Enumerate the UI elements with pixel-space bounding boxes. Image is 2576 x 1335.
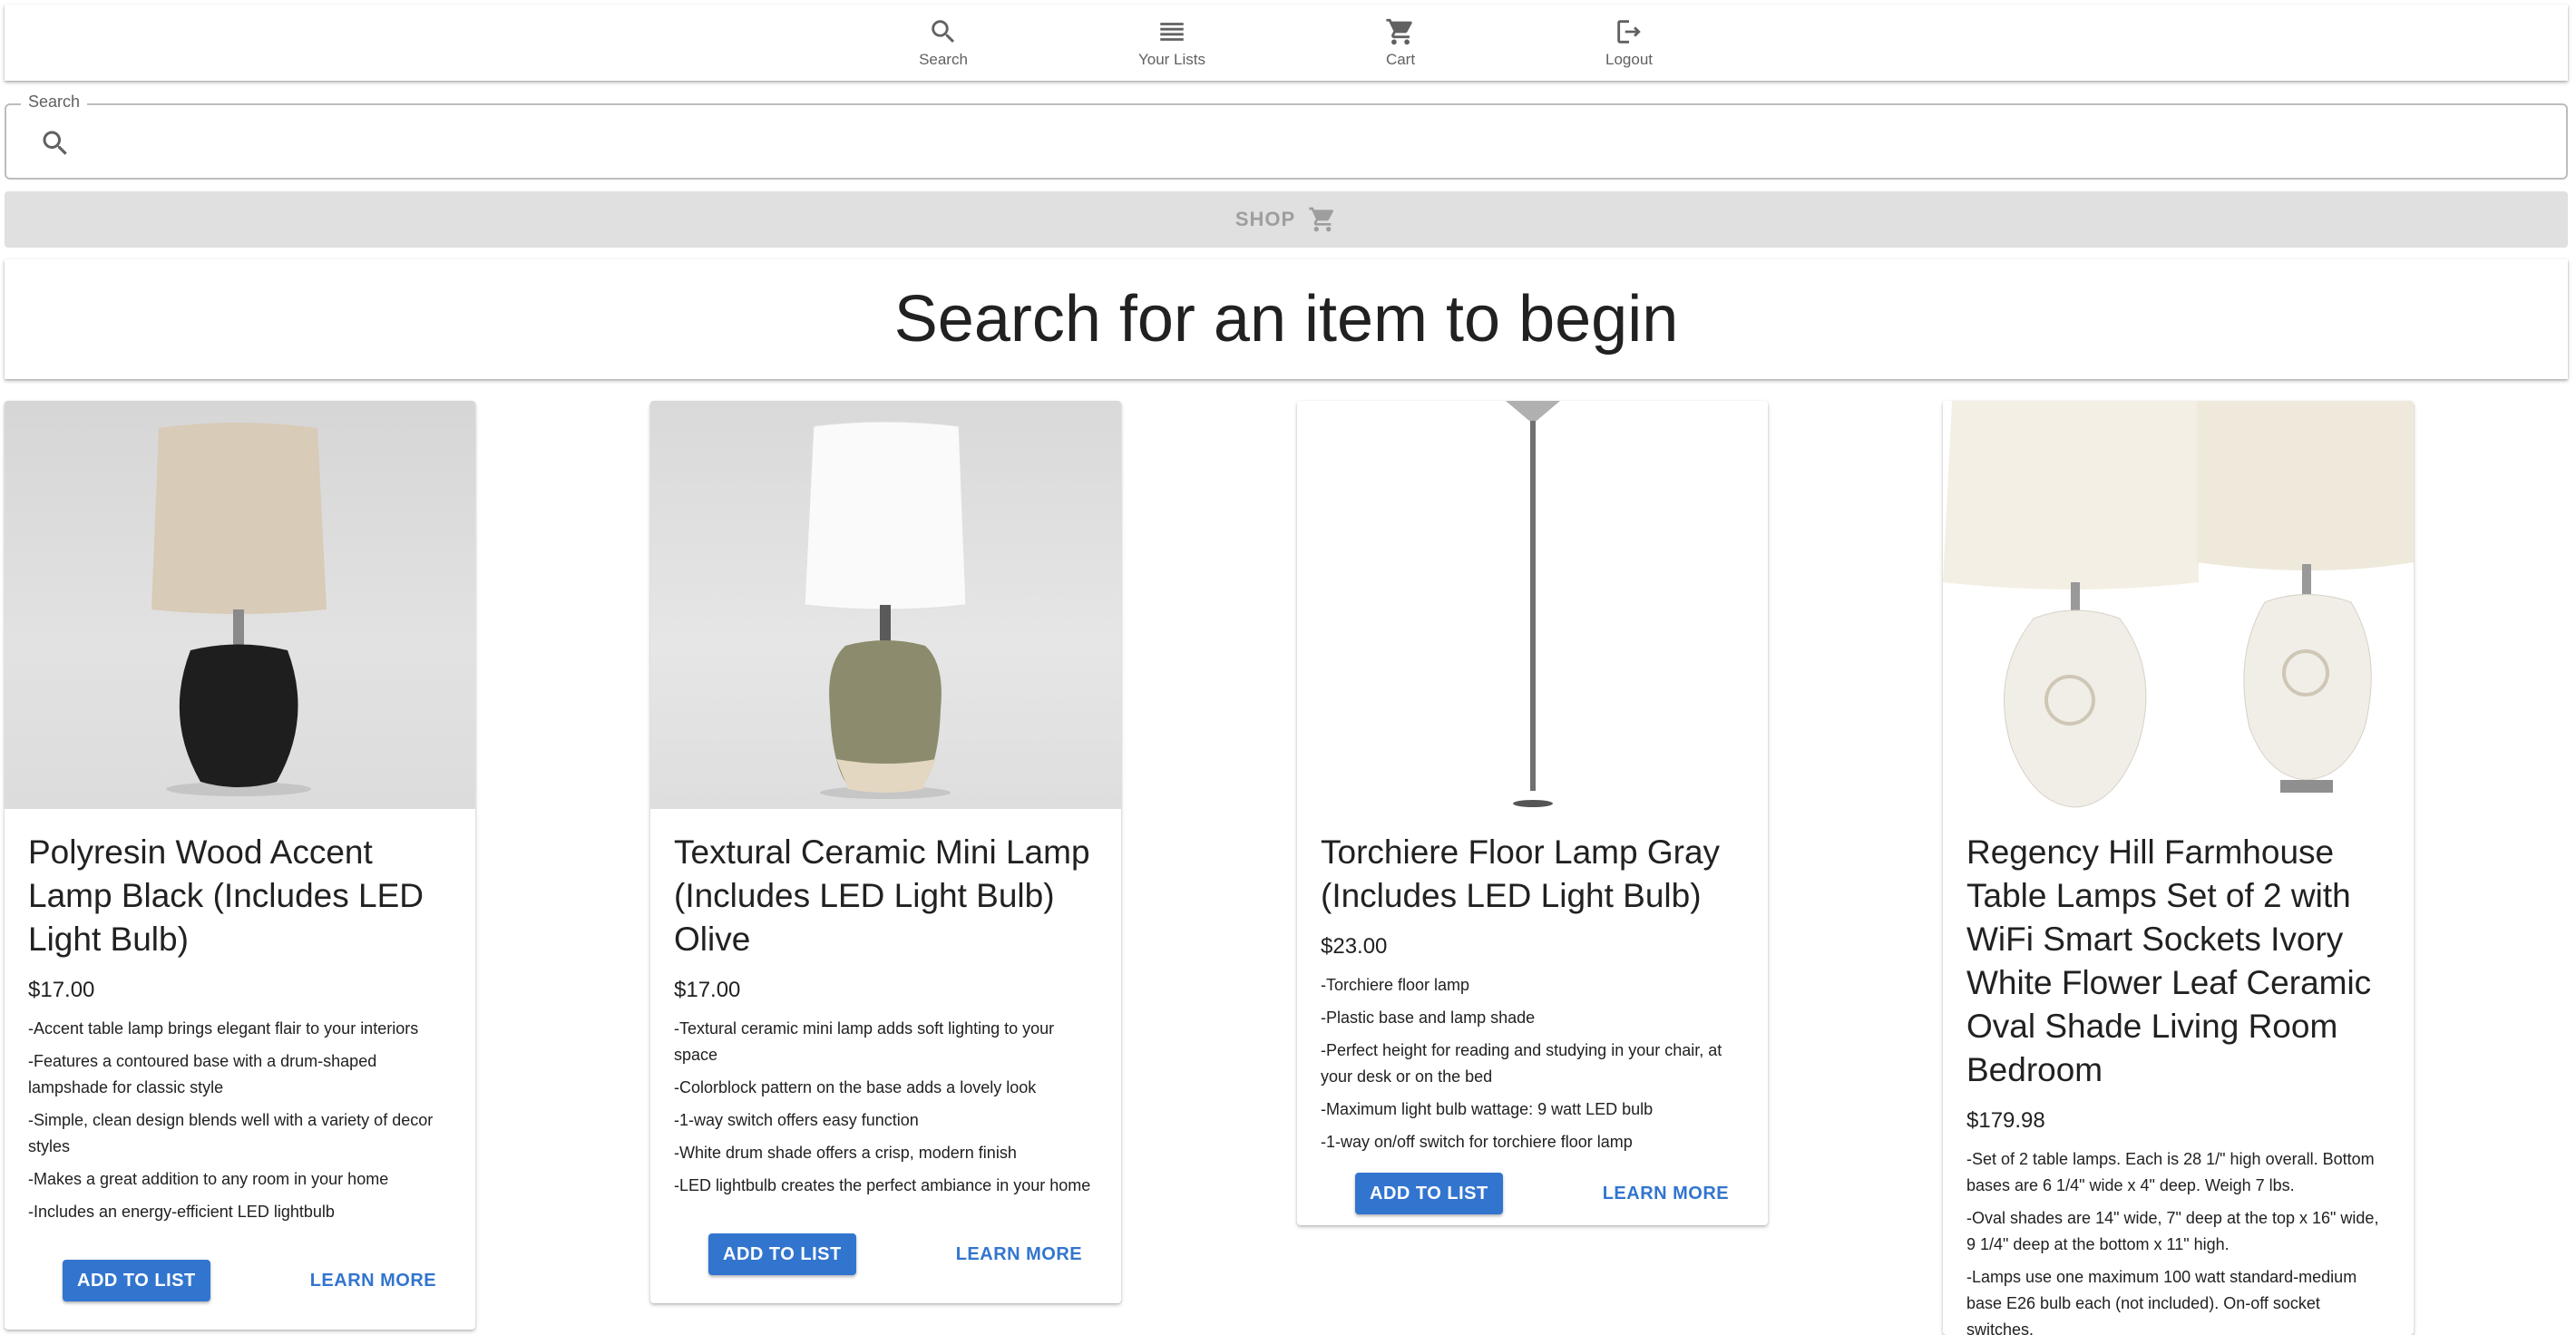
- logout-icon: [1617, 20, 1641, 44]
- product-image: [1943, 401, 2414, 809]
- product-title: Textural Ceramic Mini Lamp (Includes LED…: [674, 833, 1090, 958]
- shop-button[interactable]: SHOP: [5, 191, 2568, 248]
- product-title: Polyresin Wood Accent Lamp Black (Includ…: [28, 833, 424, 958]
- nav-search-label: Search: [919, 51, 968, 68]
- product-price: $17.00: [674, 978, 741, 1002]
- product-detail: -Includes an energy-efficient LED lightb…: [28, 1203, 335, 1221]
- add-to-list-button[interactable]: ADD TO LIST: [708, 1233, 856, 1275]
- product-detail: -Lamps use one maximum 100 watt standard…: [1966, 1268, 2357, 1335]
- search-icon: [932, 20, 955, 44]
- search-field[interactable]: Search: [5, 93, 2568, 180]
- heading-panel: Search for an item to begin: [5, 259, 2568, 379]
- product-details: -Accent table lamp brings elegant flair …: [28, 1016, 452, 1225]
- product-card: Polyresin Wood Accent Lamp Black (Includ…: [5, 401, 475, 1330]
- search-input[interactable]: [88, 118, 2537, 167]
- product-image: [1297, 401, 1768, 809]
- product-image: [5, 401, 475, 809]
- learn-more-button[interactable]: LEARN MORE: [310, 1271, 436, 1291]
- product-card: Textural Ceramic Mini Lamp (Includes LED…: [650, 401, 1121, 1303]
- product-detail: -Maximum light bulb wattage: 9 watt LED …: [1321, 1100, 1654, 1118]
- product-detail: -1-way on/off switch for torchiere floor…: [1321, 1133, 1633, 1151]
- product-price: $23.00: [1321, 934, 1388, 959]
- nav-search-button[interactable]: Search: [829, 5, 1058, 81]
- product-price: $179.98: [1966, 1108, 2045, 1133]
- product-card: Torchiere Floor Lamp Gray (Includes LED …: [1297, 401, 1768, 1225]
- product-detail: -Perfect height for reading and studying…: [1321, 1041, 1722, 1086]
- product-detail: -1-way switch offers easy function: [674, 1111, 919, 1129]
- nav-your-lists-label: Your Lists: [1137, 51, 1206, 68]
- product-card: Regency Hill Farmhouse Table Lamps Set o…: [1943, 401, 2414, 1335]
- product-detail: -White drum shade offers a crisp, modern…: [674, 1144, 1017, 1162]
- product-image: [650, 401, 1121, 809]
- product-price: $17.00: [28, 978, 95, 1002]
- cart-icon: [1386, 18, 1412, 45]
- product-details: -Textural ceramic mini lamp adds soft li…: [674, 1016, 1098, 1199]
- product-title: Torchiere Floor Lamp Gray (Includes LED …: [1321, 833, 1721, 914]
- nav-your-lists-button[interactable]: Your Lists: [1058, 5, 1286, 81]
- product-detail: -Set of 2 table lamps. Each is 28 1/" hi…: [1966, 1150, 2375, 1194]
- learn-more-button[interactable]: LEARN MORE: [956, 1244, 1082, 1265]
- add-to-list-button[interactable]: ADD TO LIST: [63, 1260, 210, 1301]
- add-to-list-button[interactable]: ADD TO LIST: [1355, 1173, 1503, 1214]
- top-nav-bar: Search Your Lists Cart Logout: [5, 5, 2568, 81]
- product-detail: -Simple, clean design blends well with a…: [28, 1111, 434, 1155]
- product-detail: -Makes a great addition to any room in y…: [28, 1170, 389, 1188]
- product-detail: -Plastic base and lamp shade: [1321, 1009, 1536, 1027]
- shop-button-label: SHOP: [1234, 208, 1296, 230]
- product-detail: -Torchiere floor lamp: [1321, 976, 1470, 994]
- learn-more-button[interactable]: LEARN MORE: [1603, 1184, 1729, 1204]
- nav-logout-button[interactable]: Logout: [1515, 5, 1743, 81]
- product-detail: -Textural ceramic mini lamp adds soft li…: [674, 1019, 1055, 1064]
- product-detail: -Colorblock pattern on the base adds a l…: [674, 1078, 1037, 1096]
- list-icon: [1160, 23, 1184, 41]
- product-details: -Set of 2 table lamps. Each is 28 1/" hi…: [1966, 1146, 2390, 1335]
- search-field-icon: [39, 127, 72, 160]
- nav-logout-label: Logout: [1605, 51, 1653, 68]
- product-detail: -Oval shades are 14" wide, 7" deep at th…: [1966, 1209, 2379, 1253]
- product-details: -Torchiere floor lamp -Plastic base and …: [1321, 972, 1744, 1155]
- search-field-label: Search: [21, 93, 88, 112]
- product-detail: -Accent table lamp brings elegant flair …: [28, 1019, 419, 1038]
- product-detail: -LED lightbulb creates the perfect ambia…: [674, 1176, 1091, 1194]
- cart-icon: [1309, 207, 1334, 232]
- nav-cart-label: Cart: [1385, 51, 1416, 68]
- page-heading: Search for an item to begin: [893, 283, 1679, 356]
- product-title: Regency Hill Farmhouse Table Lamps Set o…: [1966, 833, 2372, 1088]
- product-detail: -Features a contoured base with a drum-s…: [28, 1052, 377, 1096]
- nav-cart-button[interactable]: Cart: [1286, 5, 1515, 81]
